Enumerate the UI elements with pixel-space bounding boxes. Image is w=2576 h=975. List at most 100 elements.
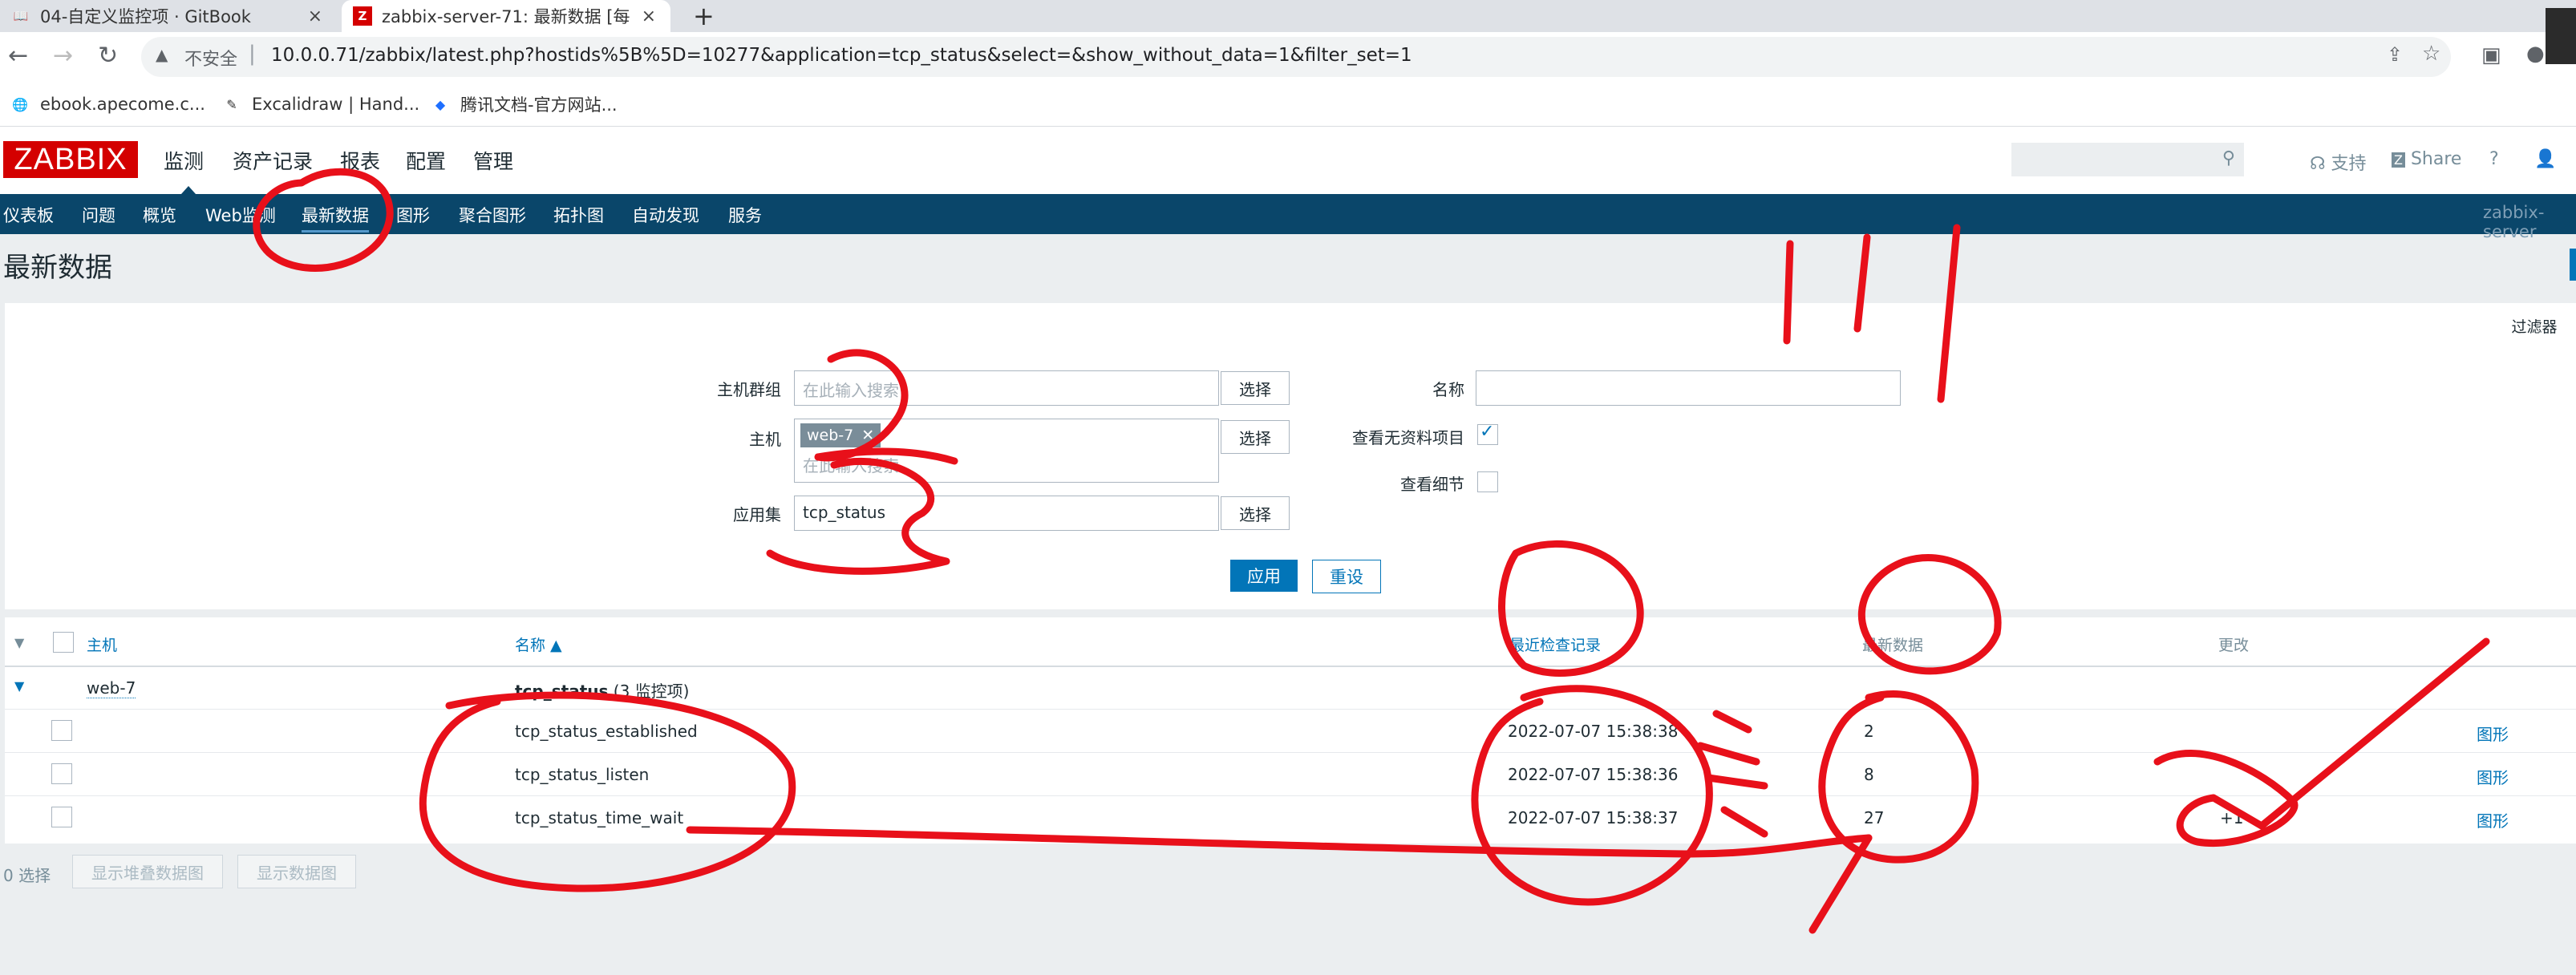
select-all-checkbox[interactable] [53, 632, 74, 653]
row-checkbox[interactable] [51, 763, 72, 784]
bookmark-star-icon[interactable]: ☆ [2422, 42, 2440, 66]
browser-tab-zabbix[interactable]: Z zabbix-server-71: 最新数据 [每 × [342, 0, 670, 32]
row-divider [5, 795, 2576, 796]
reload-icon[interactable]: ↻ [98, 42, 118, 70]
header-name[interactable]: 名称 ▲ [515, 633, 562, 655]
header-last-value: 最新数据 [1862, 637, 1924, 654]
item-last-check: 2022-07-07 15:38:36 [1508, 765, 1679, 784]
close-tab-icon[interactable]: × [642, 6, 656, 26]
show-details-label: 查看细节 [1400, 475, 1464, 494]
submenu-graphs[interactable]: 图形 [396, 203, 430, 227]
checkmark-icon: ✓ [1480, 422, 1495, 442]
apply-button[interactable]: 应用 [1230, 560, 1298, 592]
submenu-web[interactable]: Web监测 [205, 203, 276, 227]
menu-reports[interactable]: 报表 [340, 146, 380, 175]
host-label: 主机 [749, 430, 781, 449]
graph-link[interactable]: 图形 [2477, 808, 2509, 831]
filter-tab[interactable]: 过滤器 [2493, 308, 2576, 343]
group-application: tcp_status (3 监控项) [515, 678, 689, 702]
zabbix-logo[interactable]: ZABBIX [3, 141, 138, 178]
book-icon: 📖 [13, 9, 29, 23]
bookmark-ebook[interactable]: 🌐 ebook.apecome.c... [10, 88, 205, 120]
security-label: 不安全 [184, 50, 238, 70]
group-item-count: (3 监控项) [613, 682, 690, 701]
submenu-dashboard[interactable]: 仪表板 [3, 203, 54, 227]
submenu-maps[interactable]: 拓扑图 [553, 203, 604, 227]
row-checkbox[interactable] [51, 807, 72, 827]
headset-icon: ☊ [2310, 154, 2326, 174]
share-page-icon[interactable]: ⇪ [2387, 43, 2403, 66]
url-text: 10.0.0.71/zabbix/latest.php?hostids%5B%5… [271, 45, 1412, 66]
host-group-input[interactable]: 在此输入搜索 [794, 370, 1219, 406]
support-label: 支持 [2331, 154, 2367, 174]
name-input[interactable] [1476, 370, 1901, 406]
bookmark-excalidraw[interactable]: ✎ Excalidraw | Hand... [221, 88, 419, 120]
group-app-name: tcp_status [515, 682, 609, 701]
global-search-input[interactable]: ⚲ [2011, 143, 2244, 176]
menu-monitoring[interactable]: 监测 [164, 146, 204, 175]
item-change: +1 [2220, 808, 2244, 827]
user-profile-icon[interactable]: 👤 [2534, 149, 2556, 169]
show-without-data-label: 查看无资料项目 [1352, 428, 1464, 447]
footer-area [0, 844, 2576, 975]
graph-link[interactable]: 图形 [2477, 722, 2509, 745]
item-name: tcp_status_time_wait [515, 808, 684, 827]
item-name: tcp_status_listen [515, 765, 650, 784]
item-last-check: 2022-07-07 15:38:37 [1508, 808, 1679, 827]
host-chip-label: web-7 [807, 427, 854, 444]
new-tab-button[interactable]: + [693, 0, 715, 32]
submenu-services[interactable]: 服务 [728, 203, 762, 227]
active-menu-pointer [181, 186, 196, 194]
menu-configuration[interactable]: 配置 [406, 146, 446, 175]
warning-icon: ▲ [156, 45, 168, 64]
profile-icon[interactable]: ● [2526, 42, 2545, 66]
submenu-discovery[interactable]: 自动发现 [632, 203, 699, 227]
stacked-graph-button[interactable]: 显示堆叠数据图 [72, 855, 223, 888]
tab-title: 04-自定义监控项 · GitBook [40, 7, 251, 26]
bookmark-label: ebook.apecome.c... [40, 95, 205, 114]
host-group-select-button[interactable]: 选择 [1221, 371, 1290, 405]
bookmark-tencent-docs[interactable]: ◆ 腾讯文档-官方网站... [430, 88, 618, 120]
browser-tab-gitbook[interactable]: 📖 04-自定义监控项 · GitBook × [0, 0, 337, 32]
close-tab-icon[interactable]: × [308, 6, 322, 26]
application-input[interactable]: tcp_status [794, 496, 1219, 531]
application-select-button[interactable]: 选择 [1221, 496, 1290, 530]
server-name: zabbix-server [2483, 203, 2545, 241]
search-icon[interactable]: ⚲ [2222, 148, 2235, 168]
item-last-check: 2022-07-07 15:38:38 [1508, 722, 1679, 741]
show-details-checkbox[interactable] [1477, 471, 1498, 492]
data-graph-button[interactable]: 显示数据图 [237, 855, 356, 888]
forward-icon[interactable]: → [53, 42, 73, 70]
graph-link[interactable]: 图形 [2477, 765, 2509, 788]
submenu-overview[interactable]: 概览 [143, 203, 176, 227]
header-divider [5, 666, 2576, 667]
item-value: 2 [1864, 722, 1874, 741]
help-link[interactable]: ? [2489, 149, 2499, 169]
submenu-latest-data[interactable]: 最新数据 [302, 203, 369, 233]
latest-data-table [5, 617, 2576, 844]
menu-administration[interactable]: 管理 [473, 146, 513, 175]
menu-inventory[interactable]: 资产记录 [233, 146, 313, 175]
share-link[interactable]: Z Share [2392, 149, 2461, 169]
header-host[interactable]: 主机 [87, 633, 117, 655]
url-field[interactable]: ▲ 不安全 | 10.0.0.71/zabbix/latest.php?host… [141, 37, 2451, 77]
remove-chip-icon[interactable]: ✕ [861, 427, 874, 444]
header-last-check[interactable]: 最近检查记录 [1509, 633, 1601, 655]
host-select-button[interactable]: 选择 [1221, 420, 1290, 454]
support-link[interactable]: ☊ 支持 [2310, 149, 2367, 175]
show-without-data-checkbox[interactable]: ✓ [1477, 422, 1498, 445]
submenu-screens[interactable]: 聚合图形 [459, 203, 526, 227]
group-host[interactable]: web-7 [87, 678, 136, 698]
kiosk-button-edge[interactable] [2570, 249, 2576, 281]
item-name: tcp_status_established [515, 722, 698, 741]
bookmark-label: Excalidraw | Hand... [252, 95, 420, 114]
collapse-all-icon[interactable]: ▼ [14, 635, 24, 650]
row-checkbox[interactable] [51, 720, 72, 741]
collapse-group-icon[interactable]: ▼ [14, 678, 24, 694]
reset-button[interactable]: 重设 [1312, 560, 1381, 593]
tab-title: zabbix-server-71: 最新数据 [每 [382, 7, 630, 26]
submenu-problems[interactable]: 问题 [82, 203, 115, 227]
back-icon[interactable]: ← [8, 42, 28, 70]
sidebar-icon[interactable]: ▣ [2481, 43, 2501, 67]
host-chip[interactable]: web-7 ✕ [800, 423, 881, 447]
